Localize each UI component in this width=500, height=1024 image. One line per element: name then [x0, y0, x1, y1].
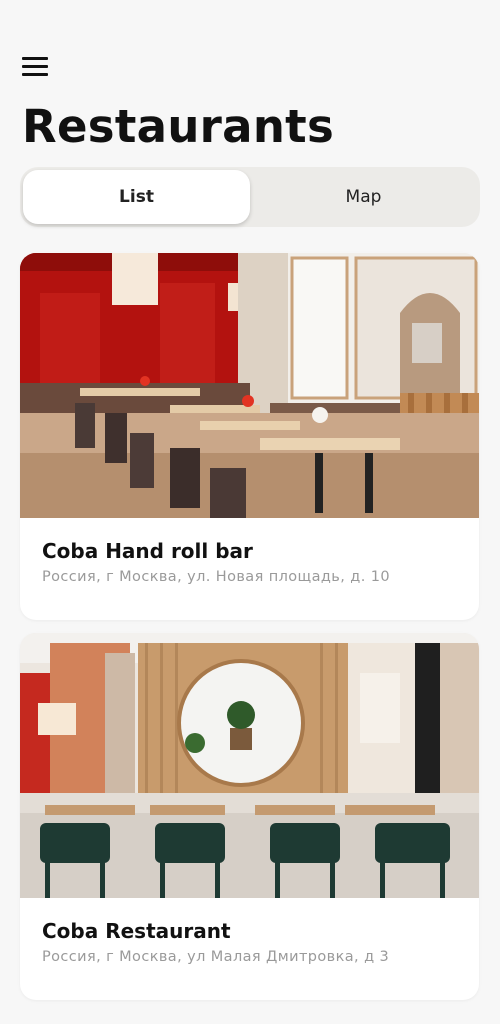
- view-toggle: List Map: [20, 167, 480, 227]
- menu-line: [22, 64, 48, 68]
- restaurant-photo: [20, 633, 479, 898]
- menu-line: [22, 72, 48, 76]
- restaurant-interior-red-wall-photo: [20, 253, 479, 518]
- hamburger-menu-icon[interactable]: [22, 52, 56, 80]
- restaurant-address: Россия, г Москва, ул. Новая площадь, д. …: [42, 569, 390, 585]
- restaurant-name: Coba Hand roll bar: [42, 539, 253, 563]
- page-title: Restaurants: [22, 100, 335, 153]
- restaurant-card[interactable]: Coba Restaurant Россия, г Москва, ул Мал…: [20, 633, 479, 1000]
- restaurant-card[interactable]: Coba Hand roll bar Россия, г Москва, ул.…: [20, 253, 479, 620]
- restaurant-interior-round-window-photo: [20, 633, 479, 898]
- restaurant-name: Coba Restaurant: [42, 919, 231, 943]
- list-view-tab[interactable]: List: [23, 170, 250, 224]
- restaurant-address: Россия, г Москва, ул Малая Дмитровка, д …: [42, 949, 390, 965]
- map-view-tab[interactable]: Map: [250, 170, 477, 224]
- menu-line: [22, 56, 48, 60]
- restaurant-photo: [20, 253, 479, 518]
